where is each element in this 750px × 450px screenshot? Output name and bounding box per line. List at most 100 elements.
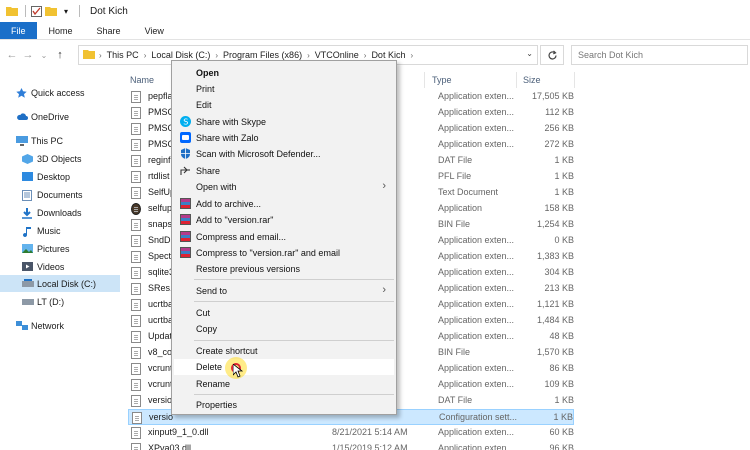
application-icon <box>131 203 141 215</box>
breadcrumb-chevron-icon[interactable]: › <box>215 51 218 60</box>
menu-item-scan-defender[interactable]: Scan with Microsoft Defender... <box>174 146 394 162</box>
properties-checkbox-icon[interactable] <box>30 5 42 17</box>
file-icon <box>131 171 141 183</box>
menu-item-restore-versions[interactable]: Restore previous versions <box>174 261 394 277</box>
column-header-name[interactable]: Name <box>130 75 154 85</box>
breadcrumb-chevron-icon[interactable]: › <box>307 51 310 60</box>
tab-file[interactable]: File <box>0 22 37 39</box>
column-separator[interactable] <box>516 72 517 88</box>
sidebar-item-desktop[interactable]: Desktop <box>0 168 120 185</box>
sidebar-item-label: Quick access <box>31 87 85 98</box>
breadcrumb-local-disk[interactable]: Local Disk (C:) <box>151 50 210 60</box>
mouse-pointer-icon <box>233 364 243 378</box>
up-arrow-icon[interactable]: ↑ <box>52 49 68 61</box>
breadcrumb-chevron-icon[interactable]: › <box>99 51 102 60</box>
file-icon <box>131 347 141 359</box>
address-dropdown-icon[interactable]: ⌄ <box>526 49 533 58</box>
file-row[interactable]: XPva03.dll 1/15/2019 5:12 AM Application e… <box>128 441 574 450</box>
menu-item-edit[interactable]: Edit <box>174 97 394 113</box>
file-name: reginf <box>148 155 171 165</box>
file-type: Application exten... <box>438 107 515 117</box>
download-icon <box>22 207 33 219</box>
file-icon <box>131 267 141 279</box>
menu-item-properties[interactable]: Properties <box>174 397 394 413</box>
breadcrumb-program-files[interactable]: Program Files (x86) <box>223 50 302 60</box>
file-icon <box>131 443 141 450</box>
search-input[interactable]: Search Dot Kich <box>571 45 748 65</box>
refresh-button[interactable] <box>540 45 564 65</box>
breadcrumb-chevron-icon[interactable]: › <box>144 51 147 60</box>
context-menu: Open Print Edit S Share with Skype Share… <box>171 60 397 415</box>
sidebar-item-onedrive[interactable]: OneDrive <box>0 108 120 125</box>
sidebar-item-quick-access[interactable]: Quick access <box>0 84 120 101</box>
sidebar-item-pictures[interactable]: Pictures <box>0 240 120 257</box>
menu-item-add-to-archive[interactable]: Add to archive... <box>174 196 394 212</box>
menu-item-compress-email[interactable]: Compress and email... <box>174 229 394 245</box>
recent-locations-icon[interactable]: ⌄ <box>36 51 52 60</box>
menu-separator <box>194 301 394 302</box>
new-folder-icon[interactable] <box>45 5 57 17</box>
sidebar-item-downloads[interactable]: Downloads <box>0 204 120 221</box>
menu-item-add-to-version-rar[interactable]: Add to "version.rar" <box>174 212 394 228</box>
menu-item-rename[interactable]: Rename <box>174 376 394 392</box>
submenu-arrow-icon: › <box>382 284 386 296</box>
sidebar-item-lt-d[interactable]: LT (D:) <box>0 293 120 310</box>
menu-item-open[interactable]: Open <box>174 65 394 81</box>
file-icon <box>131 315 141 327</box>
quick-access-dropdown-icon[interactable]: ▾ <box>60 5 72 17</box>
menu-item-send-to[interactable]: Send to › <box>174 283 394 299</box>
sidebar-item-this-pc[interactable]: This PC <box>0 132 120 149</box>
menu-item-compress-rar-email[interactable]: Compress to "version.rar" and email <box>174 245 394 261</box>
file-name: versio <box>149 412 174 422</box>
file-size: 1,570 KB <box>536 347 574 357</box>
file-icon <box>131 107 141 119</box>
file-name: pepfla <box>148 91 173 101</box>
sidebar-item-3d-objects[interactable]: 3D Objects <box>0 150 120 167</box>
breadcrumb-dot-kich[interactable]: Dot Kich <box>371 50 405 60</box>
file-name: vcrunt <box>148 379 173 389</box>
cloud-icon <box>16 112 28 122</box>
menu-item-copy[interactable]: Copy <box>174 321 394 337</box>
folder-icon <box>6 5 18 17</box>
file-date: 8/21/2021 5:14 AM <box>332 427 408 437</box>
menu-item-create-shortcut[interactable]: Create shortcut <box>174 343 394 359</box>
menu-item-delete[interactable]: Delete <box>174 359 394 375</box>
file-icon <box>131 363 141 375</box>
sidebar-item-label: 3D Objects <box>37 153 82 164</box>
tab-share[interactable]: Share <box>85 22 133 39</box>
sidebar-item-label: This PC <box>31 135 64 146</box>
menu-item-share-zalo[interactable]: Share with Zalo <box>174 130 394 146</box>
sidebar-item-music[interactable]: Music <box>0 222 120 239</box>
column-header-type[interactable]: Type <box>432 75 452 85</box>
star-icon <box>16 87 27 98</box>
sidebar-item-documents[interactable]: Documents <box>0 186 120 203</box>
tab-view[interactable]: View <box>133 22 176 39</box>
file-row[interactable]: xinput9_1_0.dll 8/21/2021 5:14 AM Applicat… <box>128 425 574 441</box>
menu-item-share-skype[interactable]: S Share with Skype <box>174 114 394 130</box>
music-icon <box>22 226 33 237</box>
file-size: 1 KB <box>554 395 574 405</box>
menu-item-print[interactable]: Print <box>174 81 394 97</box>
sidebar-item-videos[interactable]: Videos <box>0 258 120 275</box>
forward-arrow-icon[interactable]: → <box>20 49 36 61</box>
drive-icon <box>22 297 34 307</box>
back-arrow-icon[interactable]: ← <box>4 49 20 61</box>
sidebar-item-label: LT (D:) <box>37 296 65 307</box>
file-type: Application exten... <box>438 235 515 245</box>
column-separator[interactable] <box>424 72 425 88</box>
tab-home[interactable]: Home <box>37 22 85 39</box>
file-type: Application <box>438 203 483 213</box>
menu-item-open-with[interactable]: Open with › <box>174 179 394 195</box>
file-size: 48 KB <box>549 331 574 341</box>
file-type: DAT File <box>438 155 473 165</box>
column-header-size[interactable]: Size <box>523 75 541 85</box>
sidebar-item-local-disk-c[interactable]: Local Disk (C:) <box>0 275 120 292</box>
breadcrumb-this-pc[interactable]: This PC <box>107 50 139 60</box>
breadcrumb-vtconline[interactable]: VTCOnline <box>315 50 359 60</box>
menu-item-cut[interactable]: Cut <box>174 305 394 321</box>
breadcrumb-chevron-icon[interactable]: › <box>364 51 367 60</box>
sidebar-item-network[interactable]: Network <box>0 317 120 334</box>
column-separator[interactable] <box>574 72 575 88</box>
menu-item-share[interactable]: Share <box>174 163 394 179</box>
breadcrumb-chevron-icon[interactable]: › <box>410 51 413 60</box>
